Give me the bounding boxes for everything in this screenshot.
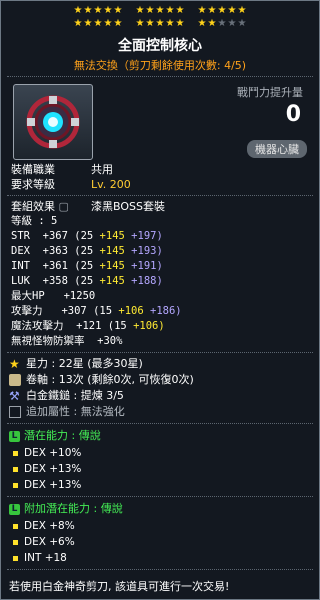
stat-row-luk: LUK +358 (25 +145 +188)	[11, 275, 163, 287]
star-filled-icon: ★	[175, 5, 185, 16]
star-filled-icon: ★	[93, 18, 103, 29]
star-force-row-2: ★ ★ ★ ★ ★ ★ ★ ★ ★ ★ ★ ★ ★ ★ ★	[1, 18, 319, 29]
star-filled-icon: ★	[227, 5, 237, 16]
star-filled-icon: ★	[93, 5, 103, 16]
set-effect-label: 套組效果 ▢	[11, 200, 69, 213]
star-filled-icon: ★	[73, 18, 83, 29]
power-increase-value: 0	[285, 102, 301, 127]
star-group: ★ ★ ★ ★ ★	[197, 5, 247, 16]
divider	[7, 569, 313, 570]
star-filled-icon: ★	[113, 5, 123, 16]
potential-line: DEX +6%	[1, 534, 319, 550]
scroll-info: 卷軸 : 13次 (剩餘0次, 可恢復0次)	[1, 372, 319, 388]
potential-header: L 潛在能力 : 傳說	[1, 427, 319, 445]
item-level: 等級 : 5	[11, 215, 58, 227]
star-filled-icon: ★	[145, 18, 155, 29]
star-empty-icon: ★	[237, 18, 247, 29]
star-filled-icon: ★	[197, 18, 207, 29]
star-filled-icon: ★	[73, 5, 83, 16]
bullet-icon	[13, 482, 18, 488]
star-group: ★ ★ ★ ★ ★	[73, 18, 123, 29]
star-filled-icon: ★	[165, 18, 175, 29]
job-label: 裝備職業	[11, 163, 55, 176]
item-name: 全面控制核心	[118, 38, 202, 54]
bonus-stat-info: 追加屬性 : 無法強化	[1, 404, 319, 420]
divider	[7, 76, 313, 77]
star-group: ★ ★ ★ ★ ★	[197, 18, 247, 29]
stat-row-str: STR +367 (25 +145 +197)	[11, 230, 163, 242]
legendary-badge-icon: L	[9, 430, 20, 442]
bullet-icon	[13, 555, 18, 561]
stat-list: STR +367 (25 +145 +197) DEX +363 (25 +145…	[1, 229, 319, 289]
hammer-info: ⚒ 白金鐵鎚 : 提煉 3/5	[9, 389, 124, 403]
star-group: ★ ★ ★ ★ ★	[73, 5, 123, 16]
bonus-potential-header: L 附加潛在能力 : 傳說	[1, 500, 319, 518]
req-level-row: 要求等級 Lv. 200	[1, 177, 319, 192]
potential-line: DEX +8%	[1, 518, 319, 534]
bullet-icon	[13, 466, 18, 472]
attack-row: 攻擊力 +307 (15 +106 +186)	[11, 305, 182, 317]
job-value: 共用	[91, 163, 113, 176]
star-filled-icon: ★	[113, 18, 123, 29]
stat-row-dex: DEX +363 (25 +145 +193)	[11, 245, 163, 257]
power-increase-label: 戰鬥力提升量	[237, 86, 303, 99]
star-filled-icon: ★	[135, 5, 145, 16]
divider	[7, 423, 313, 424]
star-filled-icon: ★	[207, 5, 217, 16]
bullet-icon	[13, 523, 18, 529]
magic-attack-row: 魔法攻擊力 +121 (15 +106)	[11, 320, 165, 332]
req-level-label: 要求等級	[11, 178, 55, 191]
star-filled-icon: ★	[155, 18, 165, 29]
trade-status: 無法交換（剪刀剩餘使用次數: 4/5)	[73, 59, 247, 72]
item-summary: 戰鬥力提升量 0 機器心臟	[1, 80, 319, 160]
star-filled-icon: ★	[83, 18, 93, 29]
potential-lines: DEX +10% DEX +13% DEX +13%	[1, 445, 319, 493]
star-force-info: ★ 星力 : 22星 (最多30星)	[9, 357, 143, 371]
star-filled-icon: ★	[197, 5, 207, 16]
set-effect-row: 套組效果 ▢ 漆黑BOSS套裝	[1, 199, 319, 214]
slot-badge: 機器心臟	[247, 140, 307, 158]
req-level-value: Lv. 200	[91, 178, 131, 191]
star-icon: ★	[9, 357, 20, 371]
star-filled-icon: ★	[155, 5, 165, 16]
star-group: ★ ★ ★ ★ ★	[135, 18, 185, 29]
legendary-badge-icon: L	[9, 503, 20, 515]
star-filled-icon: ★	[135, 18, 145, 29]
bonus-potential-lines: DEX +8% DEX +6% INT +18	[1, 518, 319, 566]
star-filled-icon: ★	[103, 5, 113, 16]
hammer-icon: ⚒	[9, 389, 20, 403]
star-filled-icon: ★	[145, 5, 155, 16]
potential-line: INT +18	[1, 550, 319, 566]
bullet-icon	[13, 450, 18, 456]
stat-row-int: INT +361 (25 +145 +191)	[11, 260, 163, 272]
star-group: ★ ★ ★ ★ ★	[135, 5, 185, 16]
star-filled-icon: ★	[237, 5, 247, 16]
item-tooltip: ★ ★ ★ ★ ★ ★ ★ ★ ★ ★ ★ ★ ★ ★ ★ ★ ★ ★ ★ ★ ★ ★ ★ ★ ★ ★ ★ ★ ★ ★ 全面控制核心 無…	[0, 0, 320, 600]
ignore-def-row: 無視怪物防禦率 +30%	[11, 335, 123, 347]
upgrade-icon	[9, 406, 21, 418]
lock-icon: ▢	[58, 200, 69, 213]
divider	[7, 496, 313, 497]
star-filled-icon: ★	[175, 18, 185, 29]
star-filled-icon: ★	[83, 5, 93, 16]
machine-heart-core-icon	[13, 84, 93, 160]
star-filled-icon: ★	[165, 5, 175, 16]
star-force-row-1: ★ ★ ★ ★ ★ ★ ★ ★ ★ ★ ★ ★ ★ ★ ★	[1, 5, 319, 16]
star-filled-icon: ★	[103, 18, 113, 29]
potential-line: DEX +10%	[1, 445, 319, 461]
max-hp: 最大HP +1250	[11, 290, 96, 302]
divider	[7, 352, 313, 353]
divider	[7, 195, 313, 196]
potential-line: DEX +13%	[1, 461, 319, 477]
star-filled-icon: ★	[207, 18, 217, 29]
star-empty-icon: ★	[227, 18, 237, 29]
scroll-icon	[9, 374, 21, 386]
job-row: 裝備職業 共用	[1, 162, 319, 177]
star-empty-icon: ★	[217, 18, 227, 29]
potential-line: DEX +13%	[1, 477, 319, 493]
footer-note: 若使用白金神奇剪刀, 該道具可進行一次交易!	[9, 580, 230, 593]
star-filled-icon: ★	[217, 5, 227, 16]
set-effect-value: 漆黑BOSS套裝	[91, 200, 165, 213]
bullet-icon	[13, 539, 18, 545]
